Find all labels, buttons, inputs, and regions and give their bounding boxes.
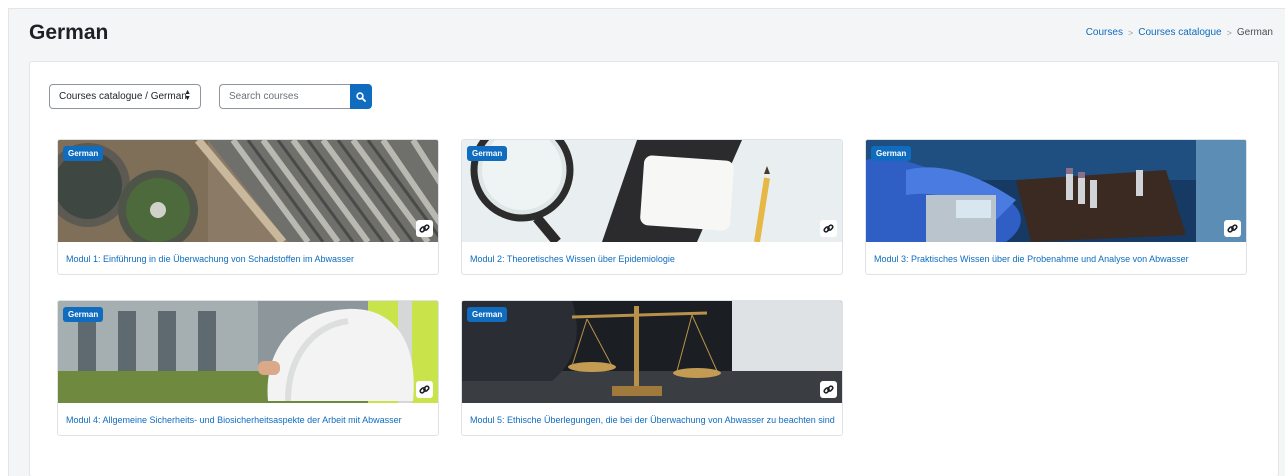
search-input[interactable] xyxy=(219,84,350,109)
page-title: German xyxy=(29,21,109,44)
language-badge: German xyxy=(467,307,508,322)
course-card[interactable]: German Modul 4: Allgemeine Sicherheits- … xyxy=(57,300,439,436)
breadcrumb-courses-catalogue[interactable]: Courses catalogue xyxy=(1138,27,1221,38)
course-image-wastewater-plant: German xyxy=(58,140,438,242)
course-image-lab-samples: German xyxy=(866,140,1246,242)
course-title[interactable]: Modul 1: Einführung in die Überwachung v… xyxy=(58,242,438,274)
course-title[interactable]: Modul 3: Praktisches Wissen über die Pro… xyxy=(866,242,1246,274)
course-card[interactable]: German Modul 5: Ethische Überlegungen, d… xyxy=(461,300,843,436)
course-card[interactable]: German Modul 3: Praktisches Wissen über … xyxy=(865,139,1247,275)
breadcrumb-courses[interactable]: Courses xyxy=(1086,27,1123,38)
link-icon xyxy=(1224,220,1241,237)
link-icon xyxy=(820,381,837,398)
category-select[interactable]: Courses catalogue / German ▲ ▼ xyxy=(49,84,201,109)
breadcrumb-separator-icon: > xyxy=(1226,27,1232,38)
language-badge: German xyxy=(63,146,104,161)
course-card[interactable]: German Modul 1: Einführung in die Überwa… xyxy=(57,139,439,275)
search-button[interactable] xyxy=(350,84,372,109)
course-image-magnifier: German xyxy=(462,140,842,242)
link-icon xyxy=(416,381,433,398)
search-icon xyxy=(356,91,366,102)
link-icon xyxy=(416,220,433,237)
course-card[interactable]: German Modul 2: Theoretisches Wissen übe… xyxy=(461,139,843,275)
page-region: German Courses > Courses catalogue > Ger… xyxy=(8,8,1285,476)
course-title[interactable]: Modul 5: Ethische Überlegungen, die bei … xyxy=(462,403,842,435)
course-image-safety-helmet: German xyxy=(58,301,438,403)
select-updown-icon: ▲ ▼ xyxy=(184,89,191,102)
link-icon xyxy=(820,220,837,237)
language-badge: German xyxy=(63,307,104,322)
breadcrumb-current: German xyxy=(1236,27,1273,38)
category-select-value: Courses catalogue / German xyxy=(59,91,187,102)
language-badge: German xyxy=(467,146,508,161)
course-image-justice-scales: German xyxy=(462,301,842,403)
language-badge: German xyxy=(871,146,912,161)
search-form xyxy=(219,84,372,109)
breadcrumb-separator-icon: > xyxy=(1127,27,1134,38)
course-title[interactable]: Modul 2: Theoretisches Wissen über Epide… xyxy=(462,242,842,274)
course-catalogue-panel: Courses catalogue / German ▲ ▼ Search co… xyxy=(29,61,1279,476)
course-title[interactable]: Modul 4: Allgemeine Sicherheits- und Bio… xyxy=(58,403,438,435)
breadcrumb: Courses > Courses catalogue > German xyxy=(1086,27,1273,38)
